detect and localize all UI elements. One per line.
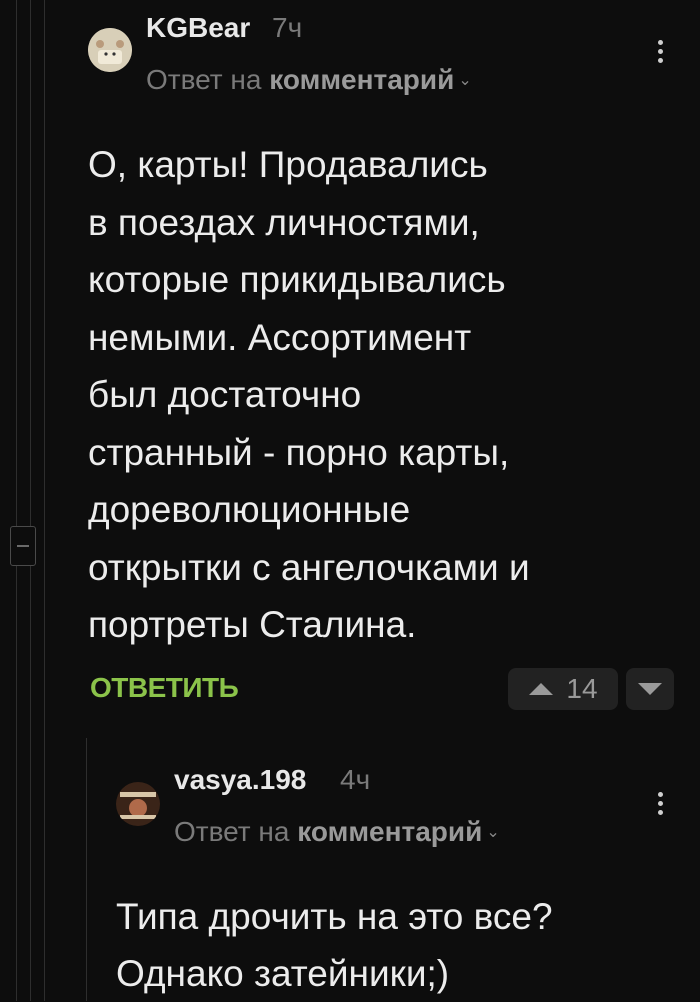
reply-to-target: комментарий [269,64,455,95]
reply-to-target: комментарий [297,816,483,847]
comment-body-line: открытки с ангелочками и [88,546,530,588]
chevron-down-icon: ⌄ [458,72,472,89]
more-menu-icon[interactable] [656,40,664,67]
comment-author[interactable]: KGBear [146,12,250,44]
comment-body-line: Типа дрочить на это все? [116,896,553,937]
reply-to-prefix: Ответ на [146,64,262,95]
reply-to-label[interactable]: Ответ на комментарий ⌄ [174,816,500,848]
upvote-icon[interactable] [528,681,554,697]
rating-value: 14 [566,673,598,704]
comment-body: О, карты! Продавались в поездах личностя… [88,136,530,654]
comment-body-line: О, карты! Продавались [88,144,488,185]
comment-body-line: дореволюционные [88,489,411,530]
comment-time: 4ч [340,764,371,795]
comment-body-line: Однако затейники;) [116,953,450,994]
comment: vasya.198 4ч Ответ на комментарий ⌄ Типа … [0,740,700,1001]
reply-button[interactable]: ОТВЕТИТЬ [90,672,239,704]
user-avatar[interactable] [88,28,132,72]
comment-body-line: портреты Сталина. [88,604,417,645]
comment-body: Типа дрочить на это все? Однако затейник… [116,888,553,1002]
comment-time: 7ч [272,12,303,43]
comment: KGBear 7ч Ответ на комментарий ⌄ О, карты… [0,0,700,720]
downvote-icon [638,683,662,695]
comment-body-line: в поездах личностями, [88,201,480,243]
rating-widget: 14 [508,668,618,710]
comment-body-line: немыми. Ассортимент [88,316,472,358]
bear-icon [88,28,132,72]
more-menu-icon[interactable] [656,792,664,819]
comment-author[interactable]: vasya.198 [174,764,306,796]
user-avatar[interactable] [116,782,160,826]
downvote-button[interactable] [626,668,674,710]
user-photo-icon [116,782,160,826]
reply-to-label[interactable]: Ответ на комментарий ⌄ [146,64,472,96]
comment-body-line: которые прикидывались [88,259,506,300]
reply-to-prefix: Ответ на [174,816,290,847]
comment-body-line: странный - порно карты, [88,431,510,473]
comment-body-line: был достаточно [88,374,362,415]
chevron-down-icon: ⌄ [486,824,500,841]
